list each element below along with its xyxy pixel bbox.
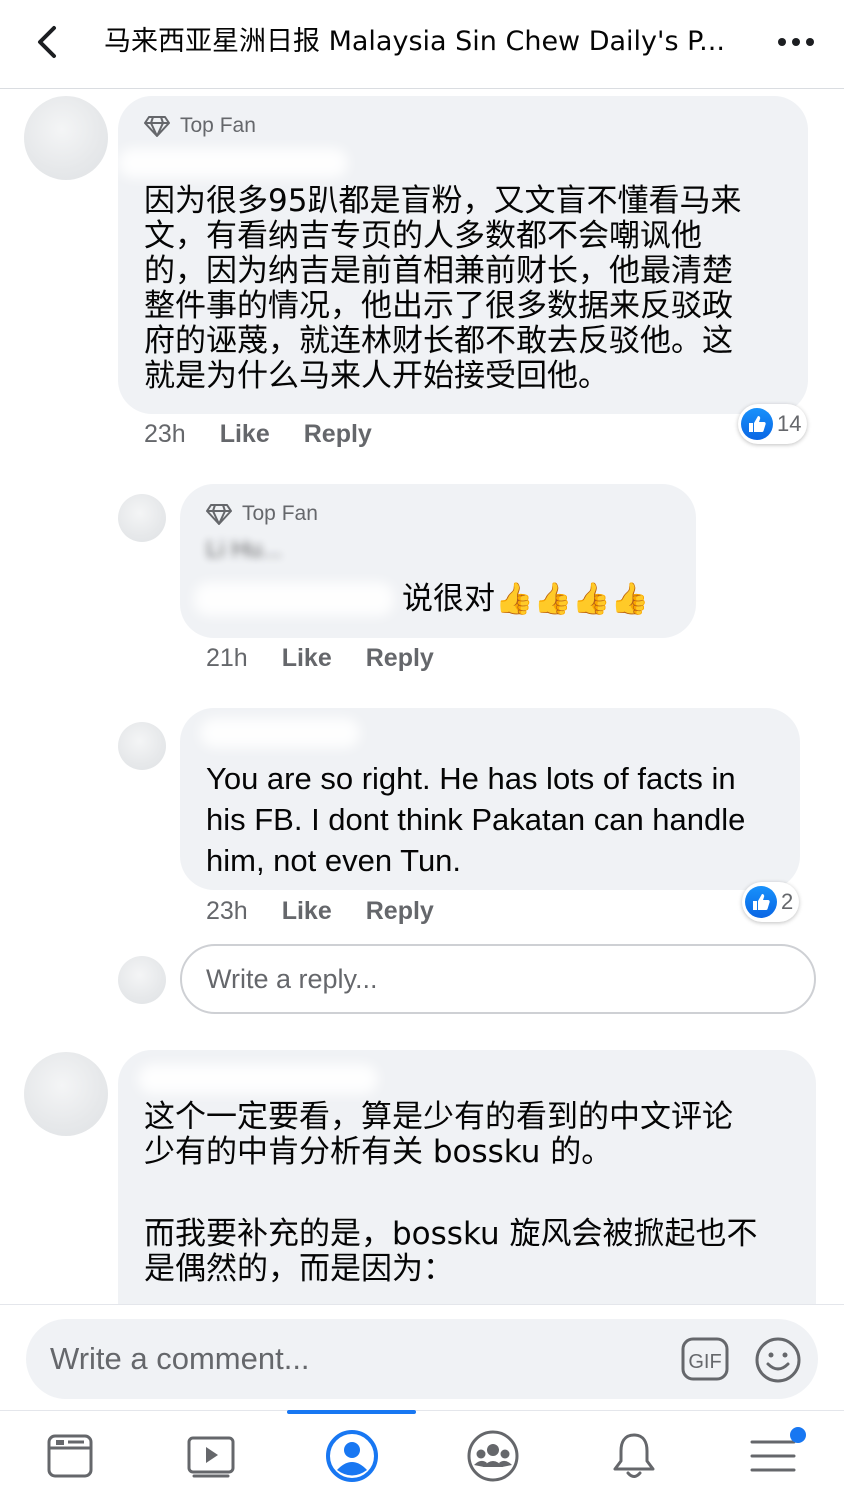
top-header: 马来西亚星洲日报 Malaysia Sin Chew Daily's P... xyxy=(0,0,844,89)
gif-icon: GIF xyxy=(681,1337,729,1381)
tab-watch[interactable] xyxy=(151,1411,271,1501)
groups-icon xyxy=(467,1430,519,1482)
commenter-name[interactable] xyxy=(200,718,360,748)
menu-icon xyxy=(750,1440,796,1472)
avatar[interactable] xyxy=(118,722,166,770)
gif-button[interactable]: GIF xyxy=(681,1337,729,1381)
comment-line: 是偶然的，而是因为： xyxy=(144,1251,454,1287)
comment-line: 因为很多95趴都是盲粉，又文盲不懂看马来 xyxy=(144,183,742,219)
svg-text:GIF: GIF xyxy=(688,1351,721,1373)
profile-icon xyxy=(326,1430,378,1482)
like-reaction-icon xyxy=(741,408,773,440)
comment-line: You are so right. He has lots of facts i… xyxy=(206,761,736,796)
comment-line xyxy=(144,1170,804,1217)
like-reaction-icon xyxy=(745,886,777,918)
comment-actions: 23h Like Reply xyxy=(206,897,434,926)
comment-line: 文，有看纳吉专页的人多数都不会嘲讽他 xyxy=(144,218,702,254)
notifications-bell-icon xyxy=(613,1433,655,1478)
reply-input[interactable]: Write a reply... xyxy=(180,944,816,1014)
avatar xyxy=(118,956,166,1004)
more-horizontal-icon xyxy=(778,38,814,46)
like-button[interactable]: Like xyxy=(282,644,332,673)
tab-menu[interactable] xyxy=(713,1411,833,1501)
reaction-count-label: 14 xyxy=(777,411,802,436)
reply-button[interactable]: Reply xyxy=(366,644,434,673)
timestamp: 21h xyxy=(206,644,248,672)
comment-text: You are so right. He has lots of facts i… xyxy=(206,758,796,881)
timestamp: 23h xyxy=(206,897,248,925)
page-title: 马来西亚星洲日报 Malaysia Sin Chew Daily's P... xyxy=(104,26,725,57)
comment-text: 说很对👍👍👍👍 xyxy=(402,581,650,617)
diamond-icon xyxy=(144,116,170,137)
avatar[interactable] xyxy=(118,494,166,542)
chevron-left-icon xyxy=(38,26,56,58)
top-fan-badge: Top Fan xyxy=(206,502,318,526)
emoji-button[interactable] xyxy=(754,1336,802,1384)
comment-line: 而我要补充的是，bossku 旋风会被掀起也不 xyxy=(144,1216,758,1252)
comment-line: him, not even Tun. xyxy=(206,843,462,878)
reaction-count[interactable]: 2 xyxy=(742,882,800,922)
avatar[interactable] xyxy=(24,1052,108,1136)
reaction-count[interactable]: 14 xyxy=(738,404,808,444)
top-fan-badge: Top Fan xyxy=(144,114,256,138)
reply-bubble: Top Fan Li Hu... 说很对👍👍👍👍 xyxy=(180,484,696,638)
commenter-name[interactable] xyxy=(138,1064,378,1094)
tab-profile[interactable] xyxy=(292,1411,412,1501)
comment-line: 府的诬蔑，就连林财长都不敢去反驳他。这 xyxy=(144,323,733,359)
comment-actions: 21h Like Reply xyxy=(206,644,434,673)
comment-line: 少有的中肯分析有关 bossku 的。 xyxy=(144,1134,613,1170)
badge-label: Top Fan xyxy=(180,114,256,137)
comment-text: 这个一定要看，算是少有的看到的中文评论 少有的中肯分析有关 bossku 的。 … xyxy=(144,1100,804,1287)
back-button[interactable] xyxy=(28,22,68,62)
commenter-name[interactable] xyxy=(118,148,348,178)
like-button[interactable]: Like xyxy=(220,420,270,449)
badge-label: Top Fan xyxy=(242,502,318,525)
comment-bubble: Top Fan 因为很多95趴都是盲粉，又文盲不懂看马来 文，有看纳吉专页的人多… xyxy=(118,96,808,414)
more-options-button[interactable] xyxy=(774,28,818,56)
comment-line: his FB. I dont think Pakatan can handle xyxy=(206,802,746,837)
tab-news-feed[interactable] xyxy=(10,1411,130,1501)
smiley-icon xyxy=(755,1337,801,1383)
menu-notification-dot xyxy=(790,1427,806,1443)
comment-actions: 23h Like Reply xyxy=(144,420,372,449)
reply-bubble: You are so right. He has lots of facts i… xyxy=(180,708,800,890)
comment-line: 就是为什么马来人开始接受回他。 xyxy=(144,358,609,394)
reaction-count-label: 2 xyxy=(781,889,794,914)
timestamp: 23h xyxy=(144,420,186,448)
bottom-navigation xyxy=(0,1410,844,1501)
avatar[interactable] xyxy=(24,96,108,180)
comment-line: 的，因为纳吉是前首相兼前财长，他最清楚 xyxy=(144,253,733,289)
commenter-name[interactable]: Li Hu... xyxy=(206,536,282,564)
comment-line: 这个一定要看，算是少有的看到的中文评论 xyxy=(144,1099,733,1135)
diamond-icon xyxy=(206,504,232,525)
tab-groups[interactable] xyxy=(433,1411,553,1501)
comment-input[interactable]: Write a comment... GIF xyxy=(26,1319,818,1399)
comment-line: 整件事的情况，他出示了很多数据来反驳政 xyxy=(144,288,733,324)
news-feed-icon xyxy=(47,1434,93,1478)
comment-text: 因为很多95趴都是盲粉，又文盲不懂看马来 文，有看纳吉专页的人多数都不会嘲讽他 … xyxy=(144,184,794,394)
mention-name[interactable] xyxy=(194,582,394,616)
like-button[interactable]: Like xyxy=(282,897,332,926)
reply-button[interactable]: Reply xyxy=(366,897,434,926)
watch-video-icon xyxy=(187,1436,235,1478)
comment-composer: Write a comment... GIF xyxy=(0,1304,844,1411)
tab-notifications[interactable] xyxy=(574,1411,694,1501)
reply-button[interactable]: Reply xyxy=(304,420,372,449)
comment-placeholder[interactable]: Write a comment... xyxy=(50,1319,310,1399)
